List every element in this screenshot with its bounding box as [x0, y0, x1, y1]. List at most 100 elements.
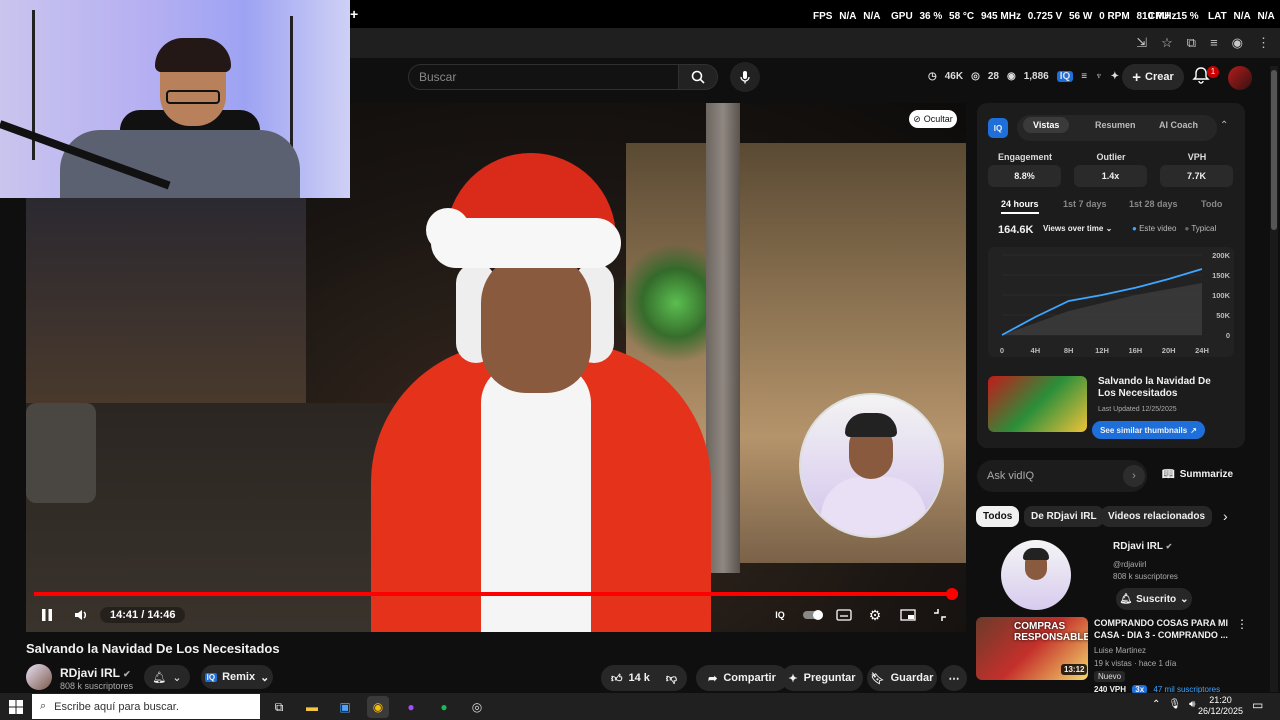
chrome-icon[interactable]: ◉	[367, 696, 389, 718]
ask-send-button[interactable]: ›	[1123, 465, 1145, 487]
channel-name[interactable]: RDjavi IRL ✔	[60, 666, 131, 680]
summarize-button[interactable]: 📖︎ Summarize	[1162, 469, 1233, 480]
messenger-icon[interactable]: ●	[400, 696, 422, 718]
range-all[interactable]: Todo	[1201, 199, 1222, 209]
pause-button[interactable]	[36, 605, 58, 625]
store-icon[interactable]: ▣	[334, 696, 356, 718]
fullscreen-button[interactable]	[929, 605, 951, 625]
youtube-header: Buscar ◷ 46K ◎ 28 ◉ 1,886 IQ ≡ ♆ ✦ + Crear 1	[350, 58, 1280, 98]
latency-readout: LAT N/A N/A	[1208, 11, 1275, 22]
recommended-title[interactable]: COMPRANDO COSAS PARA MI CASA - DIA 3 - C…	[1094, 617, 1234, 641]
speaker-icon[interactable]: 🔊︎	[1189, 699, 1195, 710]
spotify-icon[interactable]: ●	[433, 696, 455, 718]
chevron-up-icon[interactable]: ⌃	[1152, 699, 1160, 710]
search-input[interactable]: Buscar	[408, 64, 678, 90]
settings-button[interactable]: ⚙	[864, 605, 886, 625]
channel-card-avatar[interactable]	[1001, 540, 1071, 610]
chip-related[interactable]: Videos relacionados	[1101, 506, 1213, 527]
notifications-center-icon[interactable]: ▭	[1252, 698, 1263, 712]
share-button[interactable]: ➦ Compartir	[696, 665, 788, 691]
range-first-28-days[interactable]: 1st 28 days	[1129, 199, 1178, 209]
channel-avatar[interactable]	[26, 664, 52, 690]
recommended-video[interactable]: COMPRASRESPONSABLES 13:12 COMPRANDO COSA…	[976, 617, 1248, 694]
bookmark-star-icon[interactable]: ☆	[1161, 35, 1173, 51]
eye-off-icon: ⊘	[913, 113, 921, 124]
taskbar-apps: ⧉ ▬ ▣ ◉ ● ● ◎	[268, 696, 488, 718]
microphone-icon[interactable]: 🎙︎	[1168, 699, 1181, 710]
subscribed-button[interactable]: 🔔︎ Suscrito ⌄	[1116, 588, 1192, 610]
autoplay-toggle[interactable]	[802, 605, 824, 625]
create-button[interactable]: + Crear	[1122, 64, 1184, 90]
more-vertical-icon[interactable]: ⋮	[1236, 617, 1248, 631]
recommended-meta: 19 k vistas · hace 1 día	[1094, 659, 1177, 668]
extensions-icon[interactable]: ⧉	[1187, 35, 1196, 51]
obs-icon[interactable]: ◎	[466, 696, 488, 718]
time-display: 14:41 / 14:46	[100, 607, 186, 623]
vidiq-player-icon[interactable]: IQ	[769, 605, 791, 625]
vidiq-logo-icon[interactable]: IQ	[1056, 71, 1074, 82]
task-view-icon[interactable]: ⧉	[268, 696, 290, 718]
list-icon[interactable]: ≡	[1081, 71, 1087, 82]
views-chart: 0 50K 100K 150K 200K 0 4H 8H 12H 16H 20H 24H	[988, 247, 1234, 357]
volume-button[interactable]	[71, 605, 93, 625]
page-scrollbar[interactable]	[1270, 66, 1278, 692]
browser-menu-icon[interactable]: ⋮	[1257, 35, 1270, 51]
file-explorer-icon[interactable]: ▬	[301, 696, 323, 718]
y-tick-label: 100K	[1212, 291, 1231, 300]
system-tray: ⌃ 🎙︎ 🔊︎	[1152, 699, 1195, 710]
tab-ai-coach[interactable]: AI Coach	[1159, 120, 1198, 130]
video-thumbnail[interactable]	[988, 376, 1087, 432]
install-app-icon[interactable]: ⇲	[1136, 35, 1147, 51]
media-control-icon[interactable]: ≡	[1210, 35, 1218, 51]
start-button[interactable]	[8, 699, 24, 715]
progress-bar[interactable]	[34, 588, 959, 600]
like-button[interactable]: 👍︎ 14 k	[611, 672, 650, 685]
recommended-author[interactable]: Luise Martinez	[1094, 646, 1146, 655]
notification-pref-button[interactable]: 🔔︎ ⌄	[144, 665, 190, 689]
y-tick-label: 150K	[1212, 271, 1231, 280]
see-similar-thumbnails-button[interactable]: See similar thumbnails ↗	[1092, 421, 1205, 439]
search-button[interactable]	[678, 64, 718, 90]
ask-button[interactable]: ✦ Preguntar	[781, 665, 863, 691]
profile-icon[interactable]: ◉	[1232, 35, 1243, 51]
ask-vidiq-input[interactable]: Ask vidIQ	[977, 460, 1147, 492]
chip-all[interactable]: Todos	[976, 506, 1020, 527]
scrollbar-thumb[interactable]	[1271, 70, 1277, 230]
metric-value-engagement: 8.8%	[988, 165, 1061, 187]
hide-overlay-button[interactable]: ⊘ Ocultar	[909, 110, 957, 128]
channel-card-name[interactable]: RDjavi IRL ✔	[1113, 541, 1172, 552]
more-actions-button[interactable]: ⋯	[941, 665, 967, 691]
taskbar-search[interactable]: ⌕ Escribe aquí para buscar.	[32, 694, 260, 719]
account-avatar[interactable]	[1228, 66, 1252, 90]
save-button[interactable]: 🔖︎ Guardar	[867, 665, 937, 691]
channel-subscribers: 808 k suscriptores	[60, 681, 134, 691]
dislike-button[interactable]: 👎︎	[666, 672, 677, 685]
bubble-icon[interactable]: ✦	[1111, 71, 1119, 82]
recommended-thumbnail[interactable]: COMPRASRESPONSABLES 13:12	[976, 617, 1088, 680]
vidiq-tabs: Vistas Resumen AI Coach	[1017, 115, 1217, 141]
video-frame-face	[481, 253, 591, 393]
performance-overlay: + FPS N/A N/A GPU 36 % 58 °C 945 MHz 0.7…	[350, 0, 1280, 28]
voice-search-button[interactable]	[730, 62, 760, 92]
remix-button[interactable]: IQ Remix ⌄	[201, 665, 273, 689]
views-over-time-select[interactable]: Views over time ⌄	[1043, 224, 1112, 233]
tab-vistas[interactable]: Vistas	[1023, 117, 1070, 133]
chevron-right-icon: ›	[1132, 470, 1136, 482]
x-tick-label: 24H	[1195, 346, 1209, 355]
chevron-right-icon[interactable]: ›	[1223, 508, 1228, 524]
trophy-icon[interactable]: ♆	[1095, 71, 1103, 82]
webcam-glasses	[166, 90, 220, 104]
miniplayer-button[interactable]	[897, 605, 919, 625]
collapse-chevron-icon[interactable]: ⌃	[1220, 120, 1228, 131]
video-frame-building	[26, 193, 306, 413]
tab-resumen[interactable]: Resumen	[1095, 120, 1136, 130]
last-updated: Last Updated 12/25/2025	[1098, 406, 1177, 413]
new-tab-icon[interactable]: +	[350, 6, 358, 22]
subtitles-button[interactable]	[833, 605, 855, 625]
thumbnail-video-title: Salvando la Navidad De Los Necesitados	[1098, 376, 1211, 399]
range-first-7-days[interactable]: 1st 7 days	[1063, 199, 1107, 209]
range-24-hours[interactable]: 24 hours	[1001, 199, 1039, 214]
taskbar-clock[interactable]: 21:20 26/12/2025	[1198, 695, 1243, 717]
chip-from-channel[interactable]: De RDjavi IRL	[1024, 506, 1104, 527]
cpu-readout: CPU 15 %	[1148, 11, 1199, 22]
